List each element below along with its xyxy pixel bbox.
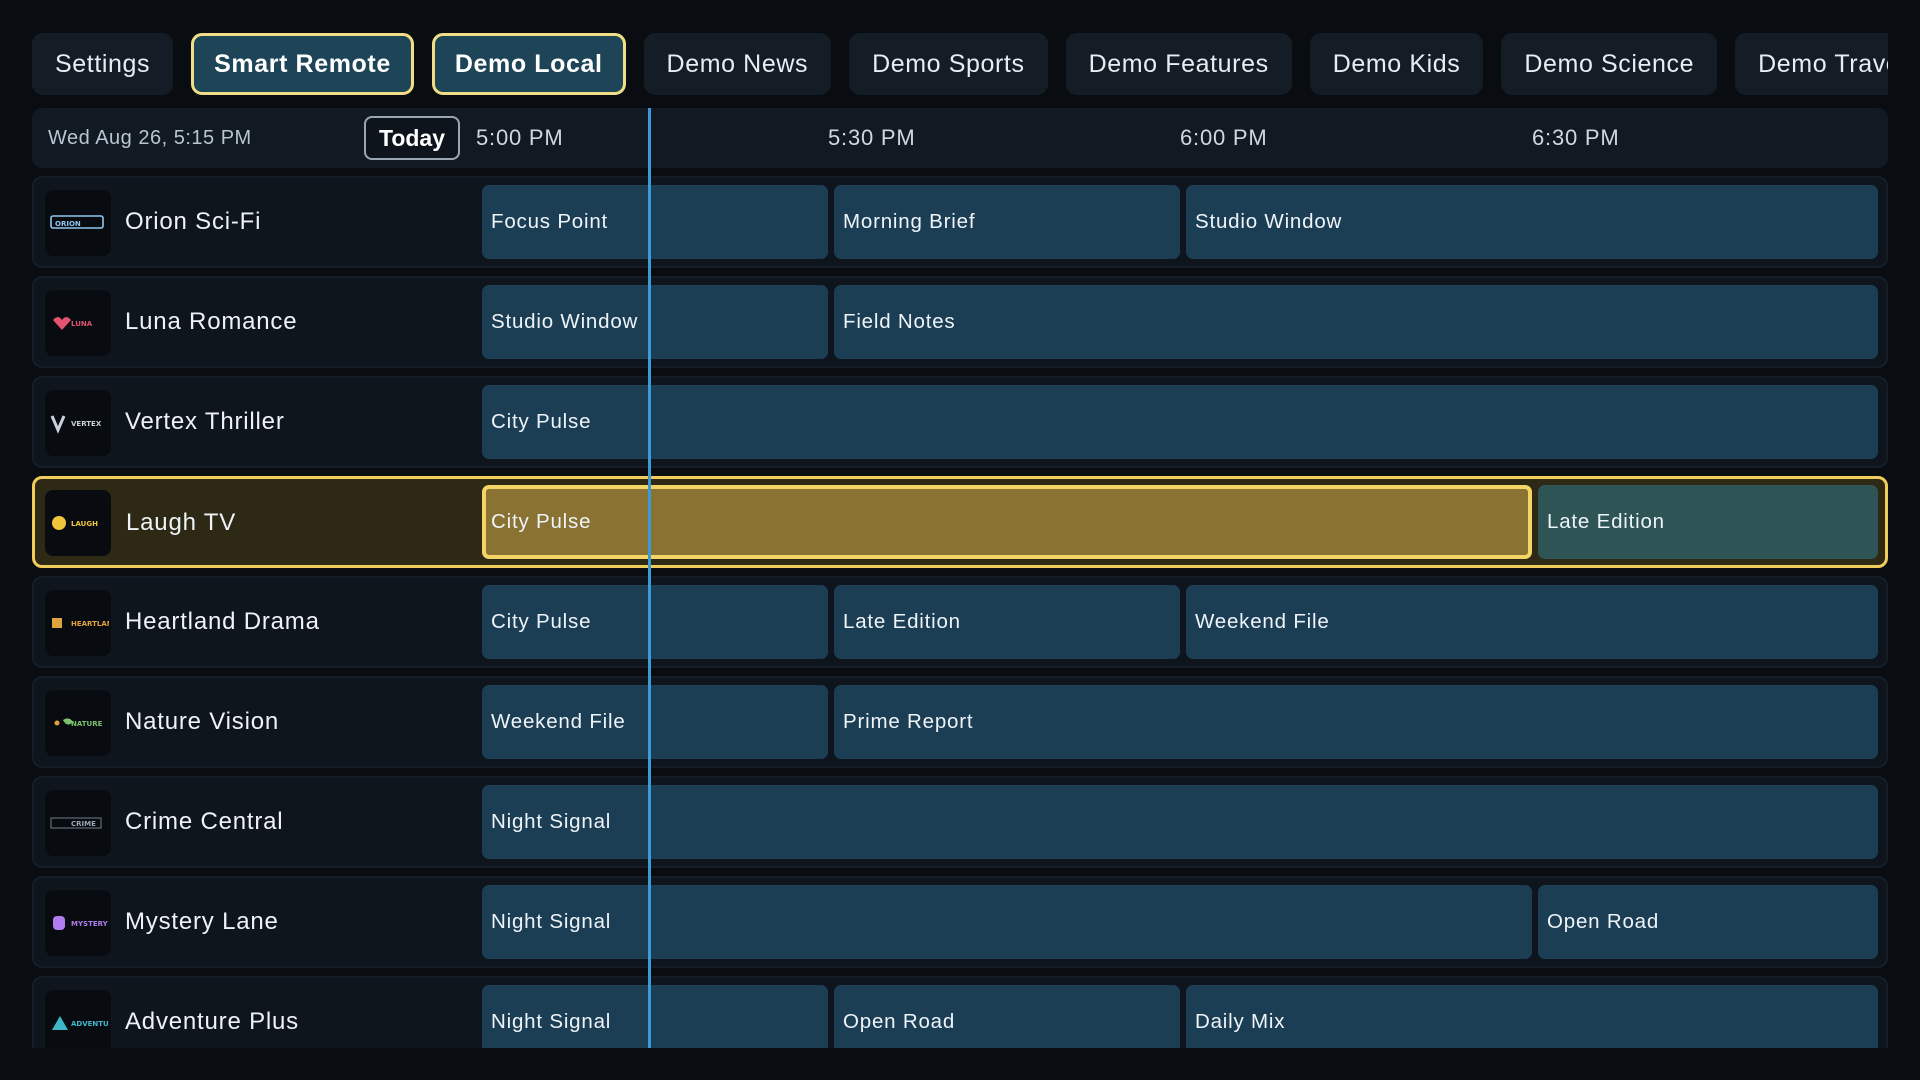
heartland-logo-icon: HEARTLAND: [45, 590, 111, 656]
program-cell[interactable]: Night Signal: [482, 785, 1878, 859]
orion-logo-icon: ORION: [45, 190, 111, 256]
program-cell[interactable]: Focus Point: [482, 185, 828, 259]
channel-name: Crime Central: [125, 808, 284, 835]
program-cell[interactable]: Weekend File: [1186, 585, 1878, 659]
program-cell[interactable]: Open Road: [1538, 885, 1878, 959]
channel-name: Luna Romance: [125, 308, 298, 335]
channel-name: Mystery Lane: [125, 908, 279, 935]
channel-row[interactable]: MYSTERY Mystery Lane Night Signal Open Road: [32, 876, 1888, 968]
svg-text:LUNA: LUNA: [71, 320, 93, 328]
channel-row[interactable]: LUNA Luna Romance Studio Window Field Notes: [32, 276, 1888, 368]
channel-row[interactable]: ORION Orion Sci-Fi Focus Point Morning Brie…: [32, 176, 1888, 268]
svg-text:LAUGH: LAUGH: [71, 520, 98, 528]
adventure-logo-icon: ADVENTURE: [45, 990, 111, 1048]
program-cell[interactable]: Open Road: [834, 985, 1180, 1048]
svg-text:VERTEX: VERTEX: [71, 420, 102, 428]
program-cell[interactable]: City Pulse: [482, 385, 1878, 459]
program-cell[interactable]: City Pulse: [482, 585, 828, 659]
program-cell[interactable]: Night Signal: [482, 985, 828, 1048]
program-cell[interactable]: Studio Window: [482, 285, 828, 359]
program-cell[interactable]: City Pulse: [482, 485, 1532, 559]
program-cell[interactable]: Daily Mix: [1186, 985, 1878, 1048]
channel-name: Adventure Plus: [125, 1008, 299, 1035]
program-cell[interactable]: Late Edition: [1538, 485, 1878, 559]
tv-guide-screen: Settings Smart Remote Demo Local Demo News D…: [0, 0, 1920, 1080]
vertex-logo-icon: VERTEX: [45, 390, 111, 456]
crime-logo-icon: CRIME: [45, 790, 111, 856]
channel-name: Laugh TV: [126, 509, 237, 536]
channel-name: Heartland Drama: [125, 608, 320, 635]
svg-text:ADVENTURE: ADVENTURE: [71, 1020, 109, 1028]
channel-row[interactable]: ADVENTURE Adventure Plus Night SignalOpen …: [32, 976, 1888, 1048]
program-cell[interactable]: Studio Window: [1186, 185, 1878, 259]
mystery-logo-icon: MYSTERY: [45, 890, 111, 956]
laugh-logo-icon: LAUGH: [45, 490, 111, 556]
program-cell[interactable]: Late Edition: [834, 585, 1180, 659]
luna-logo-icon: LUNA: [45, 290, 111, 356]
channel-name: Orion Sci-Fi: [125, 208, 262, 235]
svg-text:MYSTERY: MYSTERY: [71, 920, 109, 928]
svg-text:NATURE: NATURE: [71, 720, 103, 728]
program-cell[interactable]: Field Notes: [834, 285, 1878, 359]
channel-row[interactable]: CRIME Crime Central Night Signal: [32, 776, 1888, 868]
channel-row[interactable]: NATURE Nature Vision Weekend File Prime Rep…: [32, 676, 1888, 768]
channel-row[interactable]: LAUGH Laugh TV City Pulse Late Edition: [32, 476, 1888, 568]
svg-text:CRIME: CRIME: [71, 820, 96, 828]
svg-text:HEARTLAND: HEARTLAND: [71, 620, 109, 628]
channel-name: Nature Vision: [125, 708, 280, 735]
nature-logo-icon: NATURE: [45, 690, 111, 756]
program-cell[interactable]: Prime Report: [834, 685, 1878, 759]
program-cell[interactable]: Morning Brief: [834, 185, 1180, 259]
current-time-indicator: [648, 108, 651, 1048]
channel-grid: ORION Orion Sci-Fi Focus Point Morning Brie…: [0, 0, 1920, 1048]
channel-row[interactable]: VERTEX Vertex Thriller City Pulse: [32, 376, 1888, 468]
channel-row[interactable]: HEARTLAND Heartland Drama City PulseLate E…: [32, 576, 1888, 668]
channel-name: Vertex Thriller: [125, 408, 285, 435]
program-cell[interactable]: Night Signal: [482, 885, 1532, 959]
program-cell[interactable]: Weekend File: [482, 685, 828, 759]
svg-text:ORION: ORION: [55, 220, 81, 228]
